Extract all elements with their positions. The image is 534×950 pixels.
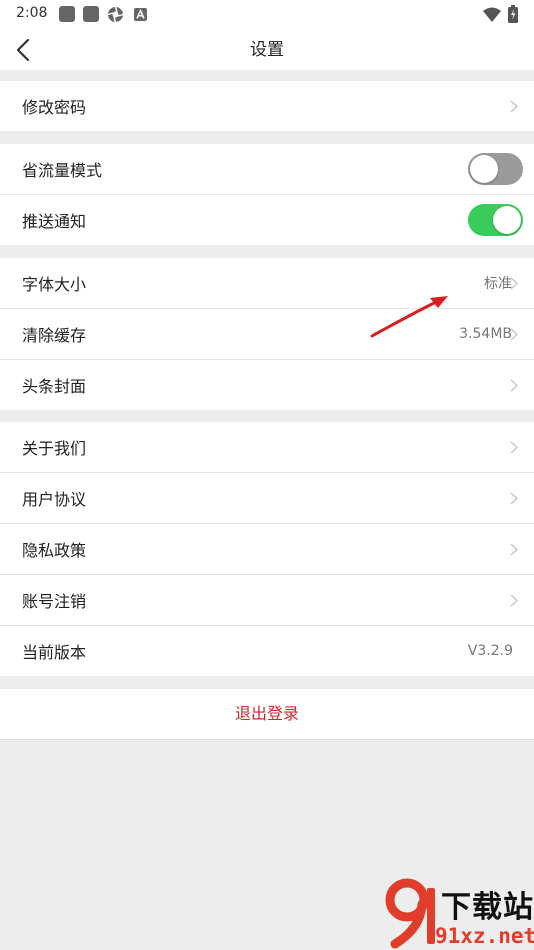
row-label: 字体大小 (22, 275, 87, 294)
user-agreement-row[interactable]: 用户协议 (0, 473, 534, 524)
chevron-right-icon (510, 441, 518, 454)
row-label: 修改密码 (22, 98, 87, 117)
app-a-icon (134, 8, 147, 21)
toggle-knob (470, 155, 498, 183)
headline-cover-row[interactable]: 头条封面 (0, 360, 534, 410)
site-logo-icon (385, 878, 435, 949)
row-label: 头条封面 (22, 377, 87, 396)
row-label: 隐私政策 (22, 541, 87, 560)
battery-charging-icon (508, 5, 518, 23)
row-label: 推送通知 (22, 212, 87, 231)
cache-size-value: 3.54MB (459, 326, 512, 342)
row-label: 清除缓存 (22, 326, 87, 345)
logout-button[interactable]: 退出登录 (0, 689, 534, 740)
notification-square-icon (59, 6, 75, 22)
push-notification-row: 推送通知 (0, 195, 534, 245)
site-watermark: 下载站 91xz.net (385, 878, 534, 950)
settings-group-info: 关于我们 用户协议 隐私政策 账号注销 当前版本 V3.2.9 (0, 422, 534, 676)
row-label: 当前版本 (22, 643, 87, 662)
settings-group-account: 修改密码 (0, 81, 534, 131)
settings-group-toggles: 省流量模式 推送通知 (0, 144, 534, 245)
version-value: V3.2.9 (467, 643, 513, 659)
chevron-right-icon (510, 277, 518, 290)
chevron-right-icon (510, 594, 518, 607)
change-password-row[interactable]: 修改密码 (0, 81, 534, 131)
status-time: 2:08 (16, 5, 48, 21)
page-title: 设置 (250, 40, 284, 60)
current-version-row: 当前版本 V3.2.9 (0, 626, 534, 676)
app-bar: 设置 (0, 30, 534, 70)
notification-square-icon (83, 6, 99, 22)
row-label: 用户协议 (22, 490, 87, 509)
watermark-title: 下载站 (441, 890, 534, 925)
row-label: 省流量模式 (22, 161, 103, 180)
row-label: 账号注销 (22, 592, 87, 611)
privacy-policy-row[interactable]: 隐私政策 (0, 524, 534, 575)
push-notification-toggle[interactable] (468, 204, 523, 236)
cancel-account-row[interactable]: 账号注销 (0, 575, 534, 626)
watermark-url: 91xz.net (435, 924, 534, 948)
chevron-right-icon (510, 379, 518, 392)
chevron-right-icon (510, 100, 518, 113)
about-us-row[interactable]: 关于我们 (0, 422, 534, 473)
annotation-arrow-icon (370, 296, 448, 338)
aperture-icon (107, 6, 124, 23)
traffic-saving-row: 省流量模式 (0, 144, 534, 195)
status-bar: 2:08 (0, 0, 534, 30)
toggle-knob (493, 206, 521, 234)
font-size-value: 标准 (484, 276, 512, 292)
traffic-saving-toggle[interactable] (468, 153, 523, 185)
wifi-icon (483, 7, 501, 22)
chevron-right-icon (510, 492, 518, 505)
row-label: 关于我们 (22, 439, 87, 458)
chevron-right-icon (510, 328, 518, 341)
chevron-right-icon (510, 543, 518, 556)
